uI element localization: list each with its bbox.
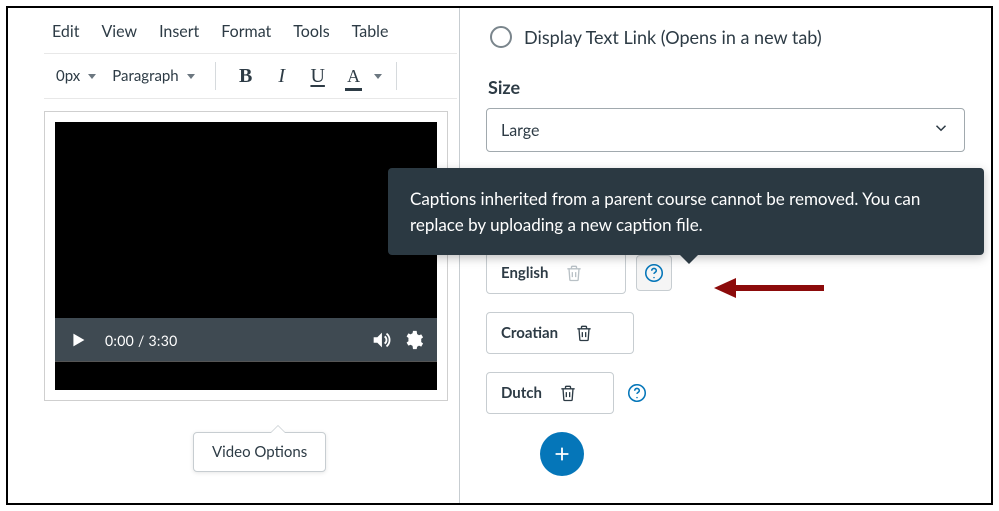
caption-help-button[interactable] [624, 380, 650, 406]
display-text-link-label: Display Text Link (Opens in a new tab) [524, 26, 822, 48]
video-controls: 0:00 / 3:30 [55, 318, 437, 362]
font-size-dropdown[interactable]: 0px [52, 63, 100, 89]
caption-chip: Dutch [486, 372, 614, 414]
menu-view[interactable]: View [101, 22, 137, 41]
chevron-down-icon [88, 74, 96, 79]
chevron-down-icon [374, 74, 382, 79]
video-time: 0:00 / 3:30 [105, 332, 178, 349]
underline-button[interactable]: U [304, 62, 332, 90]
caption-row-croatian: Croatian [486, 312, 965, 354]
settings-button[interactable] [397, 324, 429, 356]
size-label: Size [488, 76, 965, 98]
block-format-value: Paragraph [112, 67, 178, 85]
display-text-link-option[interactable]: Display Text Link (Opens in a new tab) [490, 26, 965, 48]
caption-row-dutch: Dutch [486, 372, 965, 414]
caption-row-english: English [486, 252, 965, 294]
play-button[interactable] [59, 321, 97, 359]
caption-help-button[interactable] [636, 255, 672, 291]
help-icon [641, 260, 667, 286]
closed-captions-list: English Croatian [486, 252, 965, 476]
video-options-popover[interactable]: Video Options [193, 432, 326, 472]
caption-language: English [501, 264, 548, 282]
menu-format[interactable]: Format [221, 22, 271, 41]
italic-button[interactable]: I [268, 62, 296, 90]
chevron-down-icon [187, 74, 195, 79]
font-size-value: 0px [56, 67, 80, 85]
delete-caption-button[interactable] [556, 381, 580, 405]
add-caption-button[interactable] [540, 432, 584, 476]
toolbar-separator [396, 62, 397, 90]
radio-icon [490, 26, 512, 48]
size-value: Large [501, 121, 539, 140]
caption-chip: Croatian [486, 312, 634, 354]
text-color-button[interactable]: A [340, 62, 368, 90]
menu-tools[interactable]: Tools [293, 22, 329, 41]
menu-insert[interactable]: Insert [159, 22, 199, 41]
delete-caption-button[interactable] [572, 321, 596, 345]
menu-table[interactable]: Table [352, 22, 389, 41]
caption-language: Dutch [501, 384, 542, 402]
toolbar-separator [215, 62, 216, 90]
menu-edit[interactable]: Edit [52, 22, 79, 41]
volume-button[interactable] [365, 324, 397, 356]
rce-menubar: Edit View Insert Format Tools Table [44, 18, 457, 53]
trash-icon [562, 261, 586, 285]
video-player[interactable]: 0:00 / 3:30 [55, 122, 437, 390]
chevron-down-icon [932, 119, 950, 141]
rce-toolbar: 0px Paragraph B I U A [44, 53, 457, 99]
caption-language: Croatian [501, 324, 558, 342]
video-preview: 0:00 / 3:30 [44, 111, 448, 401]
block-format-dropdown[interactable]: Paragraph [108, 63, 198, 89]
size-select[interactable]: Large [486, 108, 965, 152]
inherited-caption-tooltip: Captions inherited from a parent course … [388, 168, 984, 255]
caption-chip: English [486, 252, 626, 294]
bold-button[interactable]: B [232, 62, 260, 90]
